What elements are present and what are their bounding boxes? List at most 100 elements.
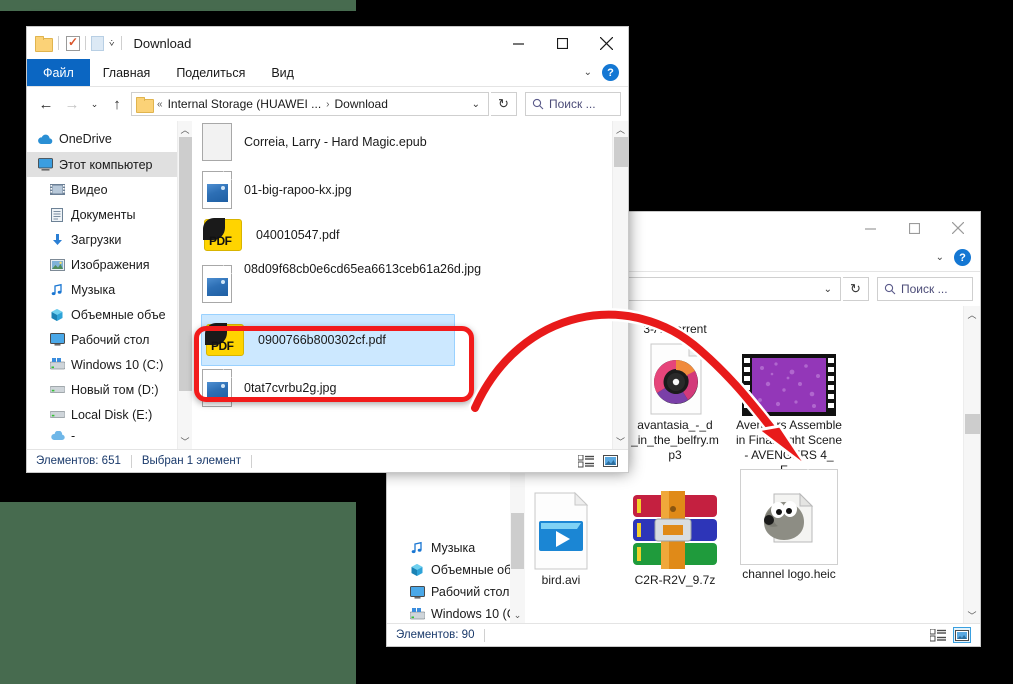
tab-view[interactable]: Вид (258, 59, 307, 86)
chevron-down-icon[interactable]: ⩒ (109, 38, 114, 49)
file-row[interactable]: 01-big-rapoo-kx.jpg (192, 166, 612, 214)
sidebar-item-downloads[interactable]: Загрузки (27, 227, 177, 252)
maximize-button[interactable] (540, 27, 584, 59)
window1-nav-list: OneDrive Этот компьютер Видео Документы … (27, 121, 177, 445)
scroll-up-arrow-icon[interactable]: ︿ (180, 121, 189, 137)
pdf-file-icon: PDF (203, 218, 242, 251)
sidebar-item-windows-drive[interactable]: Windows 10 (C:) (387, 603, 525, 623)
window2-content-scrollbar[interactable]: ︿ ﹀ (963, 306, 980, 623)
scroll-down-arrow-icon[interactable]: ﹀ (180, 433, 189, 449)
desktop-background-top (0, 0, 356, 11)
window2-search-input[interactable]: Поиск ... (877, 277, 973, 301)
chevron-down-icon[interactable]: ⌄ (936, 252, 944, 263)
sidebar-item-music[interactable]: Музыка (27, 277, 177, 302)
window1-controls (496, 27, 628, 59)
grid-item[interactable]: Avengers Assemble in Final Fight Scene -… (735, 316, 843, 478)
scrollbar-thumb[interactable] (965, 414, 980, 434)
minimize-button[interactable] (848, 212, 892, 244)
sidebar-label: Музыка (71, 282, 116, 297)
scroll-down-arrow-icon[interactable]: ﹀ (616, 433, 625, 449)
sidebar-item-windows-drive[interactable]: Windows 10 (C:) (27, 352, 177, 377)
tab-file[interactable]: Файл (27, 59, 90, 86)
grid-item[interactable]: avantasia_-_d _in_the_belfry.m p3 (621, 316, 729, 463)
window1-address-bar[interactable]: « Internal Storage (HUAWEI ... › Downloa… (131, 92, 489, 116)
breadcrumb-internal-storage[interactable]: Internal Storage (HUAWEI ... (168, 97, 322, 111)
scrollbar-thumb[interactable] (614, 137, 628, 167)
close-button[interactable] (584, 27, 628, 59)
downloads-icon (49, 232, 65, 248)
file-row[interactable]: Correia, Larry - Hard Magic.epub (192, 121, 612, 166)
help-icon[interactable]: ? (954, 249, 971, 266)
breadcrumb-download[interactable]: Download (335, 97, 388, 111)
window2-search-placeholder: Поиск ... (901, 282, 948, 296)
window1-search-input[interactable]: Поиск ... (525, 92, 621, 116)
details-view-button[interactable] (577, 453, 595, 469)
search-icon (884, 283, 896, 295)
quick-access-toolbar[interactable]: ⩒ (35, 35, 129, 52)
window1-nav-scrollbar[interactable]: ︿ ﹀ (177, 121, 192, 449)
back-button[interactable]: ← (34, 92, 58, 116)
scrollbar-thumb[interactable] (179, 137, 192, 391)
grid-item[interactable]: bird.avi (525, 471, 615, 588)
tab-home[interactable]: Главная (90, 59, 164, 86)
window2-view-buttons (929, 627, 971, 643)
large-icons-view-button[interactable] (601, 453, 619, 469)
sidebar-item-desktop[interactable]: Рабочий стол (387, 581, 525, 603)
music-icon (409, 540, 425, 556)
close-button[interactable] (936, 212, 980, 244)
grid-item[interactable]: C2R-R2V_9.7z (621, 471, 729, 588)
sidebar-item-documents[interactable]: Документы (27, 202, 177, 227)
file-row[interactable]: PDF 040010547.pdf (192, 214, 612, 256)
sidebar-item-music[interactable]: Музыка (387, 537, 525, 559)
window1-navigation-pane[interactable]: OneDrive Этот компьютер Видео Документы … (27, 121, 177, 449)
minimize-button[interactable] (496, 27, 540, 59)
recent-locations-button[interactable]: ⌄ (86, 92, 103, 116)
sidebar-item-this-pc[interactable]: Этот компьютер (27, 152, 177, 177)
window2-controls (848, 212, 980, 244)
chevron-down-icon[interactable]: ⌄ (820, 284, 836, 295)
file-name: 08d09f68cb0e6cd65ea6613ceb61a26d.jpg (244, 262, 482, 276)
scrollbar-thumb[interactable] (511, 513, 524, 569)
help-icon[interactable]: ? (602, 64, 619, 81)
details-view-button[interactable] (929, 627, 947, 643)
forward-button[interactable]: → (60, 92, 84, 116)
refresh-button[interactable]: ↻ (491, 92, 517, 116)
sidebar-label: OneDrive (59, 132, 112, 146)
divider (121, 36, 123, 50)
sidebar-item-3d-objects[interactable]: Объемные объе (27, 302, 177, 327)
scroll-up-arrow-icon[interactable]: ︿ (616, 121, 625, 137)
refresh-button[interactable]: ↻ (843, 277, 869, 301)
folder-icon[interactable] (35, 36, 53, 52)
explorer-window-download[interactable]: ⩒ Download Файл Главная Поделиться Вид (26, 26, 629, 473)
sidebar-item-network-partial[interactable]: - (27, 427, 177, 445)
drive-icon (49, 407, 65, 423)
3d-objects-icon (409, 562, 425, 578)
scroll-down-arrow-icon[interactable]: ﹀ (967, 607, 976, 623)
tab-share[interactable]: Поделиться (163, 59, 258, 86)
chevron-down-icon[interactable]: ⌄ (468, 99, 484, 110)
sidebar-item-3d-objects[interactable]: Объемные объе (387, 559, 525, 581)
window1-ribbon[interactable]: Файл Главная Поделиться Вид ⌄ ? (27, 59, 628, 87)
sidebar-item-new-volume-d[interactable]: Новый том (D:) (27, 377, 177, 402)
scroll-up-arrow-icon[interactable]: ︿ (967, 306, 976, 322)
properties-icon[interactable] (66, 35, 80, 51)
new-folder-icon[interactable] (91, 35, 104, 51)
overflow-chevrons[interactable]: « (157, 99, 163, 110)
search-icon (532, 98, 544, 110)
chevron-down-icon[interactable]: ⌄ (584, 67, 592, 78)
large-icons-view-button[interactable] (953, 627, 971, 643)
window1-content-scrollbar[interactable]: ︿ ﹀ (612, 121, 628, 449)
maximize-button[interactable] (892, 212, 936, 244)
sidebar-item-pictures[interactable]: Изображения (27, 252, 177, 277)
scroll-down-arrow-icon[interactable]: ⌄ (510, 607, 525, 623)
sidebar-item-local-disk-e[interactable]: Local Disk (E:) (27, 402, 177, 427)
sidebar-item-desktop[interactable]: Рабочий стол (27, 327, 177, 352)
item-count: Элементов: 90 (396, 629, 475, 641)
sidebar-item-onedrive[interactable]: OneDrive (27, 126, 177, 152)
up-button[interactable]: ↑ (105, 92, 129, 116)
screenshot-root: ид ⌄ ? Загрузки ⌄ ↻ Поиск ... (0, 0, 1013, 684)
grid-item[interactable]: channel logo.heic (735, 467, 843, 582)
file-row[interactable]: 08d09f68cb0e6cd65ea6613ceb61a26d.jpg (192, 256, 612, 308)
sidebar-item-videos[interactable]: Видео (27, 177, 177, 202)
window1-titlebar[interactable]: ⩒ Download (27, 27, 628, 59)
